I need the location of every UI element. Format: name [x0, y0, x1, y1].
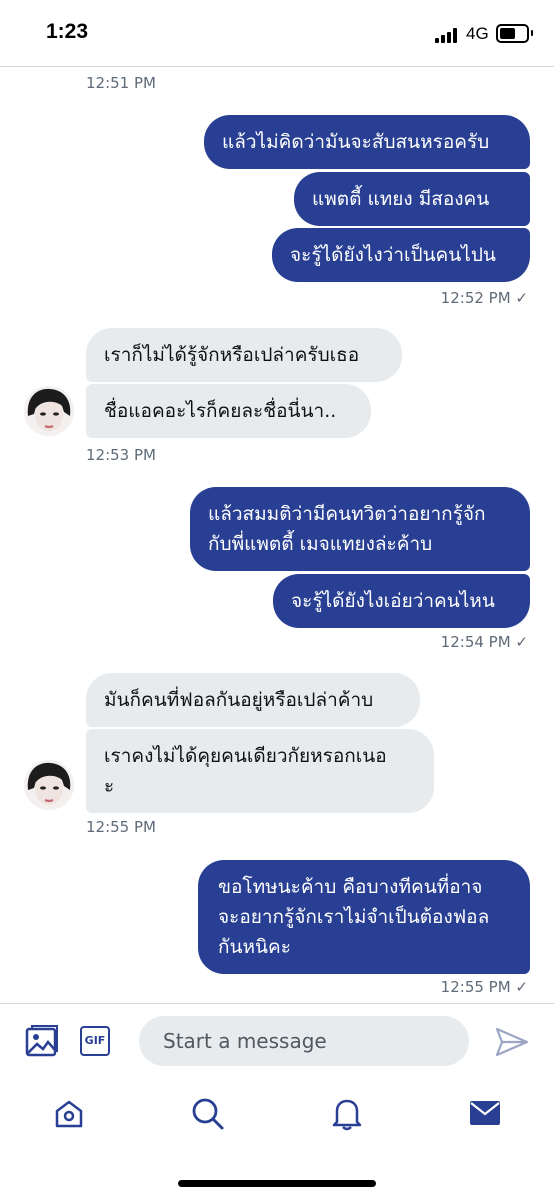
message-composer: GIF	[0, 1003, 554, 1079]
sent-message[interactable]: จะรู้ได้ยังไงว่าเป็นคนไปน	[272, 228, 530, 282]
sent-message[interactable]: จะรู้ได้ยังไงเอ่ยว่าคนไหน	[273, 574, 530, 628]
signal-strength-icon	[435, 27, 461, 43]
avatar[interactable]	[24, 760, 74, 810]
received-message[interactable]: เราก็ไม่ได้รู้จักหรือเปล่าครับเธอ	[86, 328, 402, 382]
messages-icon[interactable]	[469, 1099, 501, 1127]
send-icon[interactable]	[495, 1026, 529, 1058]
notifications-icon[interactable]	[330, 1096, 364, 1132]
message-timestamp: 12:54 PM ✓	[440, 633, 528, 651]
sent-message[interactable]: แล้วสมมติว่ามีคนทวิตว่าอยากรู้จัก กับพี่…	[190, 487, 530, 571]
home-indicator[interactable]	[178, 1180, 376, 1187]
message-timestamp: 12:55 PM	[86, 818, 156, 836]
message-timestamp: 12:53 PM	[86, 446, 156, 464]
sent-message[interactable]: ขอโทษนะค้าบ คือบางทีคนที่อาจ จะอยากรู้จั…	[198, 860, 530, 974]
message-timestamp: 12:51 PM	[86, 74, 156, 92]
message-timestamp: 12:52 PM ✓	[440, 289, 528, 307]
received-message[interactable]: เราคงไม่ได้คุยคนเดียวกัยหรอกเนอ ะ	[86, 729, 434, 813]
status-time: 1:23	[46, 20, 89, 43]
avatar[interactable]	[24, 386, 74, 436]
search-icon[interactable]	[191, 1097, 225, 1131]
sent-message[interactable]: แพตตี้ แทยง มีสองคน	[294, 172, 530, 226]
status-bar: 1:23 4G	[0, 0, 554, 67]
received-message[interactable]: ชื่อแอคอะไรก็คยละชื่อนี่นา..	[86, 384, 371, 438]
received-message[interactable]: มันก็คนที่ฟอลกันอยู่หรือเปล่าค้าบ	[86, 673, 420, 727]
battery-icon	[496, 24, 529, 43]
image-icon[interactable]	[25, 1024, 59, 1058]
sent-message[interactable]: แล้วไม่คิดว่ามันจะสับสนหรอครับ	[204, 115, 530, 169]
home-icon[interactable]	[53, 1098, 85, 1130]
message-input[interactable]	[139, 1016, 469, 1066]
conversation[interactable]: 12:51 PM แล้วไม่คิดว่ามันจะสับสนหรอครับ …	[0, 67, 554, 1002]
message-timestamp: 12:55 PM ✓	[440, 978, 528, 996]
network-type: 4G	[466, 24, 489, 43]
gif-button[interactable]: GIF	[80, 1026, 110, 1056]
